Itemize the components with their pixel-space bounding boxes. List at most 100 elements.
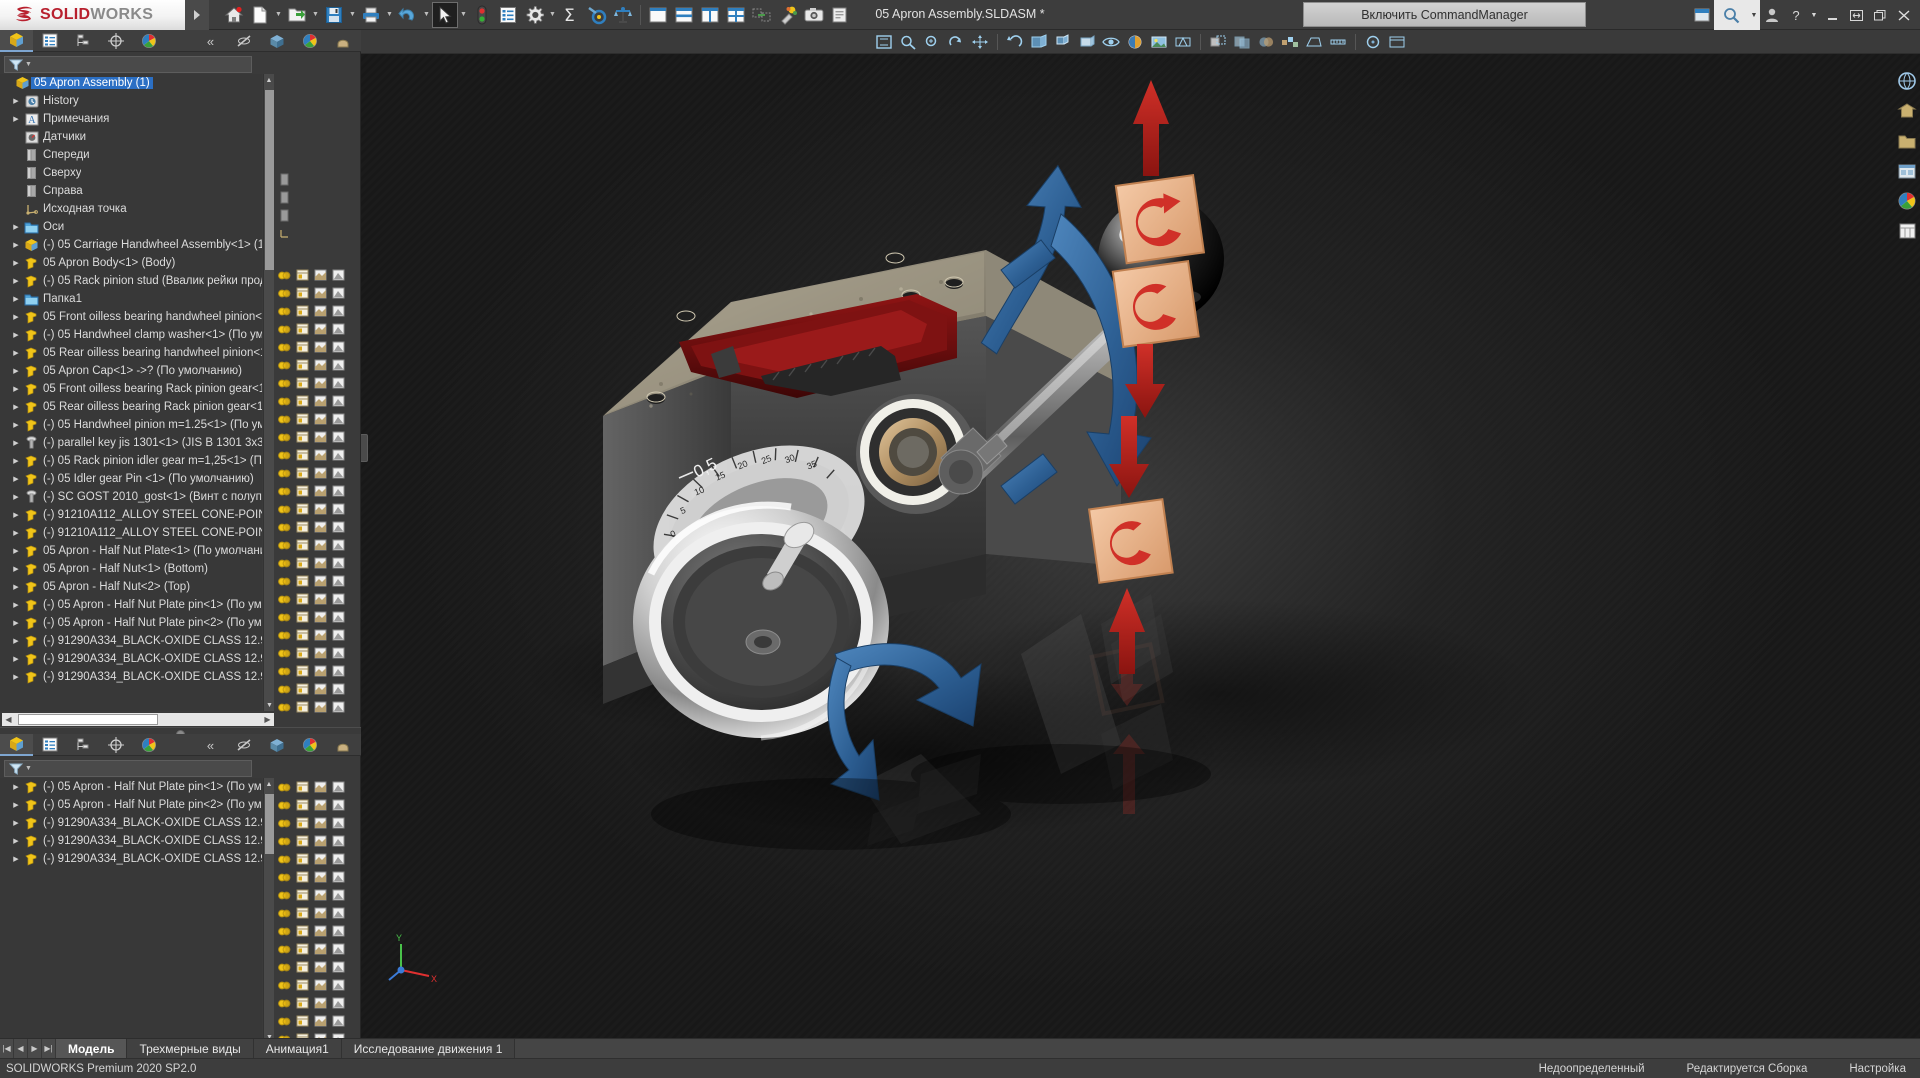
expand-arrow-icon[interactable]: ▶ bbox=[9, 421, 23, 429]
expand-arrow-icon[interactable]: ▶ bbox=[9, 547, 23, 555]
solidworks-logo[interactable]: SOLID WORKS bbox=[0, 0, 185, 30]
display-state-indicator[interactable] bbox=[311, 536, 329, 554]
filter-dropdown-icon-bottom[interactable]: ▼ bbox=[25, 765, 32, 772]
appearance-indicator[interactable] bbox=[329, 356, 347, 374]
custom-properties-icon[interactable] bbox=[1896, 220, 1918, 242]
expand-arrow-icon[interactable]: ▶ bbox=[9, 511, 23, 519]
select-icon[interactable] bbox=[432, 1, 458, 28]
display-state-indicator[interactable] bbox=[311, 338, 329, 356]
tree-node[interactable]: 05 Apron Assembly (1) bbox=[0, 74, 262, 92]
mate-status-indicator[interactable] bbox=[275, 356, 293, 374]
appearance-indicator[interactable] bbox=[329, 626, 347, 644]
display-state-indicator[interactable] bbox=[311, 814, 329, 832]
mate-status-indicator[interactable] bbox=[275, 680, 293, 698]
mate-status-indicator[interactable] bbox=[275, 626, 293, 644]
display-state-indicator[interactable] bbox=[311, 698, 329, 716]
minimize-button[interactable] bbox=[1820, 0, 1844, 30]
search-dropdown-icon[interactable]: ▼ bbox=[1748, 0, 1760, 30]
expand-arrow-icon[interactable]: ▶ bbox=[9, 259, 23, 267]
display-state-indicator[interactable] bbox=[311, 778, 329, 796]
save-icon[interactable] bbox=[321, 2, 347, 28]
select-dropdown[interactable]: ▼ bbox=[458, 2, 469, 28]
configuration-indicator[interactable] bbox=[293, 922, 311, 940]
configuration-indicator[interactable] bbox=[293, 976, 311, 994]
pan-icon[interactable] bbox=[969, 31, 991, 53]
mate-status-indicator[interactable] bbox=[275, 554, 293, 572]
appearance-brush-icon[interactable] bbox=[775, 2, 801, 28]
mate-status-indicator[interactable] bbox=[275, 644, 293, 662]
scroll-up-arrow[interactable]: ▲ bbox=[264, 74, 274, 86]
tree-node[interactable]: ▶ (-) 05 Handwheel pinion m=1.25<1> (По у… bbox=[0, 416, 262, 434]
scroll-up-arrow-bottom[interactable]: ▲ bbox=[264, 778, 274, 790]
tree-node[interactable]: ▶ (-) 05 Apron - Half Nut Plate pin<1> (П… bbox=[0, 778, 262, 796]
appearance-indicator[interactable] bbox=[329, 410, 347, 428]
display-state-indicator[interactable] bbox=[311, 392, 329, 410]
expand-arrow-icon[interactable]: ▶ bbox=[9, 475, 23, 483]
appearance-indicator[interactable] bbox=[329, 994, 347, 1012]
mate-status-indicator[interactable] bbox=[275, 266, 293, 284]
measure-view-icon[interactable] bbox=[1327, 31, 1349, 53]
help-dropdown-icon[interactable]: ▼ bbox=[1808, 0, 1820, 30]
appearance-indicator[interactable] bbox=[329, 608, 347, 626]
mate-status-indicator[interactable] bbox=[275, 590, 293, 608]
tree-vertical-scrollbar-top[interactable]: ▲ ▼ bbox=[263, 74, 274, 711]
close-button[interactable] bbox=[1892, 0, 1916, 30]
expand-arrow-icon[interactable]: ▶ bbox=[9, 801, 23, 809]
settings-gear-icon[interactable] bbox=[521, 2, 547, 28]
display-state-indicator[interactable] bbox=[311, 500, 329, 518]
view-cube-icon-bottom[interactable] bbox=[260, 734, 293, 756]
scroll-thumb[interactable] bbox=[265, 90, 274, 270]
appearance-indicator[interactable] bbox=[329, 392, 347, 410]
solidworks-resources-icon[interactable] bbox=[1896, 70, 1918, 92]
tree-node[interactable]: Датчики bbox=[0, 128, 262, 146]
display-state-indicator[interactable] bbox=[311, 518, 329, 536]
appearance-indicator[interactable] bbox=[329, 572, 347, 590]
configuration-indicator[interactable] bbox=[293, 868, 311, 886]
configuration-indicator[interactable] bbox=[293, 500, 311, 518]
appearance-indicator[interactable] bbox=[329, 850, 347, 868]
mate-status-indicator[interactable] bbox=[275, 886, 293, 904]
mate-status-indicator[interactable] bbox=[275, 940, 293, 958]
filter-dropdown-icon[interactable]: ▼ bbox=[25, 61, 32, 68]
display-state-indicator[interactable] bbox=[311, 356, 329, 374]
appearance-indicator[interactable] bbox=[329, 778, 347, 796]
configuration-manager-tab[interactable] bbox=[66, 30, 99, 52]
feature-tree-top[interactable]: 05 Apron Assembly (1) ▶ History ▶ A Примечани… bbox=[0, 74, 262, 711]
view-palette-icon[interactable] bbox=[1896, 160, 1918, 182]
expand-arrow-icon[interactable]: ▶ bbox=[9, 97, 23, 105]
expand-arrow-icon[interactable]: ▶ bbox=[9, 277, 23, 285]
help-icon[interactable]: ? bbox=[1784, 0, 1808, 30]
collapse-panel-button-bottom[interactable]: « bbox=[194, 734, 227, 756]
expand-arrow-icon[interactable]: ▶ bbox=[9, 367, 23, 375]
tree-horizontal-scrollbar-top[interactable]: ◀ ▶ bbox=[2, 713, 274, 726]
tree-node[interactable]: ▶ (-) 91290A334_BLACK-OXIDE CLASS 12.9 SO… bbox=[0, 814, 262, 832]
configuration-indicator[interactable] bbox=[293, 680, 311, 698]
display-state-indicator[interactable] bbox=[311, 554, 329, 572]
appearance-indicator[interactable] bbox=[329, 922, 347, 940]
mate-status-indicator[interactable] bbox=[275, 608, 293, 626]
tab-3d-views[interactable]: Трехмерные виды bbox=[127, 1039, 254, 1058]
appearance-indicator[interactable] bbox=[329, 940, 347, 958]
tree-node[interactable]: ▶ (-) SC GOST 2010_gost<1> (Винт с полупо… bbox=[0, 488, 262, 506]
full-screen-icon[interactable] bbox=[1386, 31, 1408, 53]
mate-status-indicator[interactable] bbox=[275, 958, 293, 976]
tree-node[interactable]: ▶ (-) 05 Idler gear Pin <1> (По умолчанию… bbox=[0, 470, 262, 488]
view-cube-icon[interactable] bbox=[260, 30, 293, 52]
viewport-single-icon[interactable] bbox=[645, 2, 671, 28]
hscroll-left-arrow[interactable]: ◀ bbox=[2, 713, 15, 726]
expand-arrow-icon[interactable]: ▶ bbox=[9, 115, 23, 123]
expand-arrow-icon[interactable]: ▶ bbox=[9, 583, 23, 591]
display-manager-tab-bottom[interactable] bbox=[132, 734, 165, 756]
appearance-indicator[interactable] bbox=[329, 284, 347, 302]
mate-status-indicator[interactable] bbox=[275, 832, 293, 850]
hide-tree-icon-bottom[interactable] bbox=[227, 734, 260, 756]
scene-lights-icon-bottom[interactable] bbox=[326, 734, 359, 756]
mate-status-indicator[interactable] bbox=[275, 446, 293, 464]
expand-arrow-icon[interactable]: ▶ bbox=[9, 783, 23, 791]
change-transparency-icon[interactable] bbox=[1231, 31, 1253, 53]
mate-status-indicator[interactable] bbox=[275, 904, 293, 922]
configuration-indicator[interactable] bbox=[293, 590, 311, 608]
options-list-icon[interactable] bbox=[495, 2, 521, 28]
configuration-indicator[interactable] bbox=[293, 886, 311, 904]
appearance-indicator[interactable] bbox=[329, 698, 347, 716]
